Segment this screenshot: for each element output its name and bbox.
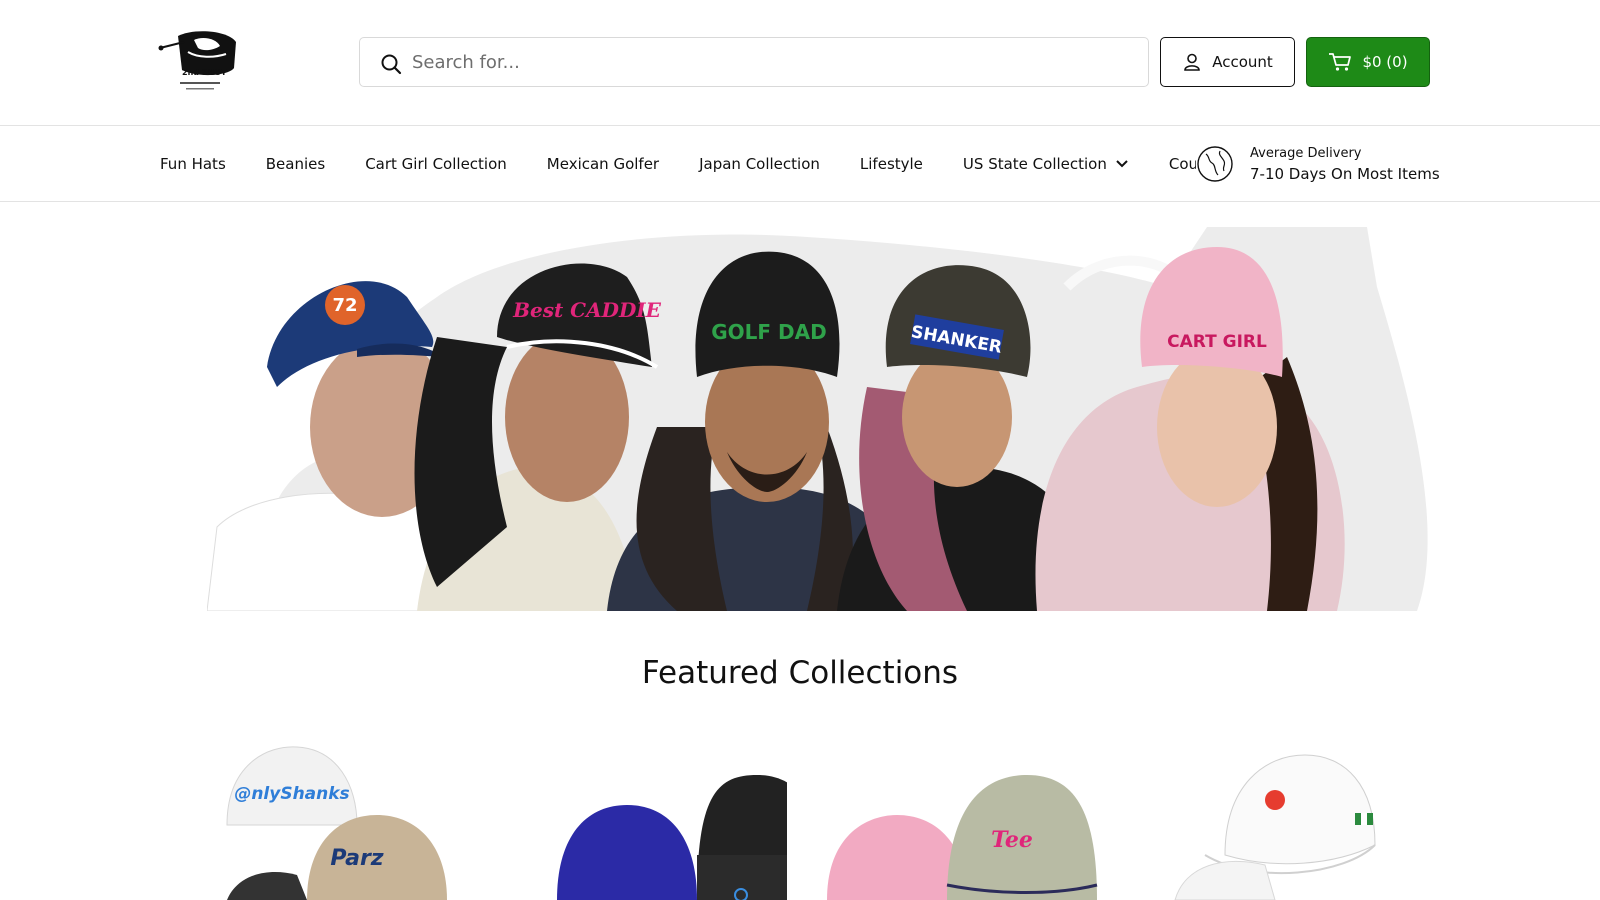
- nav-item-us-state-collection[interactable]: US State Collection: [963, 155, 1129, 173]
- golfer-logo-icon: [158, 31, 236, 90]
- collections-grid: @nlyShanks Parz Tee: [207, 735, 1435, 900]
- collection-image: @nlyShanks Parz: [226, 746, 447, 900]
- search-input[interactable]: [412, 38, 1132, 86]
- account-label: Account: [1212, 53, 1273, 71]
- logo-text: 2nd SHOT: [182, 68, 227, 77]
- nav-item-beanies[interactable]: Beanies: [266, 155, 325, 173]
- collection-card[interactable]: [1135, 735, 1435, 900]
- main-navigation: Fun Hats Beanies Cart Girl Collection Me…: [0, 126, 1600, 202]
- nav-label: Cou: [1168, 155, 1199, 173]
- cart-button[interactable]: $0 (0): [1306, 37, 1430, 87]
- collection-image: [1174, 754, 1376, 900]
- nav-label: Mexican Golfer: [546, 155, 660, 173]
- collection-image: Tee: [827, 775, 1098, 900]
- hat-text-onlyshanks: @nlyShanks: [234, 784, 349, 804]
- cart-total: $0 (0): [1362, 53, 1408, 71]
- delivery-info: Average Delivery 7-10 Days On Most Items: [1196, 142, 1440, 186]
- hat-text-cart-girl: CART GIRL: [1167, 332, 1267, 352]
- delivery-value: 7-10 Days On Most Items: [1250, 164, 1440, 183]
- hat-text-golf-dad: GOLF DAD: [711, 320, 826, 344]
- hat-text-72: 72: [332, 295, 357, 316]
- nav-item-fun-hats[interactable]: Fun Hats: [160, 155, 226, 173]
- nav-item-cart-girl-collection[interactable]: Cart Girl Collection: [365, 155, 507, 173]
- hero-banner[interactable]: 72 Best CADDIE GOLF DAD SHANKER CART GIR…: [207, 227, 1435, 611]
- hat-text-best-caddie: Best CADDIE: [512, 298, 662, 322]
- cart-icon: [1329, 53, 1352, 71]
- nav-label: US State Collection: [962, 155, 1107, 173]
- nav-label: Beanies: [265, 155, 326, 173]
- nav-label: Japan Collection: [699, 155, 820, 173]
- nav-item-lifestyle[interactable]: Lifestyle: [860, 155, 923, 173]
- delivery-label: Average Delivery: [1250, 145, 1362, 161]
- globe-icon: [1197, 146, 1233, 182]
- collection-card[interactable]: [487, 735, 787, 900]
- hat-text-tee: Tee: [991, 827, 1033, 853]
- collection-card[interactable]: Tee: [807, 735, 1107, 900]
- nav-label: Fun Hats: [160, 155, 226, 173]
- nav-item-mexican-golfer[interactable]: Mexican Golfer: [547, 155, 659, 173]
- search-bar[interactable]: [359, 37, 1149, 87]
- chevron-down-icon: [1116, 160, 1128, 168]
- featured-collections-heading: Featured Collections: [641, 655, 959, 691]
- user-icon: [1184, 53, 1201, 71]
- store-logo[interactable]: 2nd SHOT: [158, 28, 240, 96]
- collection-image: [557, 775, 787, 900]
- collection-card[interactable]: @nlyShanks Parz: [207, 735, 507, 900]
- nav-item-country-collection[interactable]: Cou: [1169, 155, 1198, 173]
- nav-label: Cart Girl Collection: [365, 155, 507, 173]
- hat-text-parz: Parz: [330, 846, 383, 871]
- nav-item-japan-collection[interactable]: Japan Collection: [699, 155, 820, 173]
- search-icon[interactable]: [380, 53, 402, 75]
- site-header: 2nd SHOT Account $0 (0): [0, 0, 1600, 126]
- nav-label: Lifestyle: [859, 155, 923, 173]
- hero-image: 72 Best CADDIE GOLF DAD SHANKER CART GIR…: [207, 227, 1428, 611]
- account-button[interactable]: Account: [1160, 37, 1295, 87]
